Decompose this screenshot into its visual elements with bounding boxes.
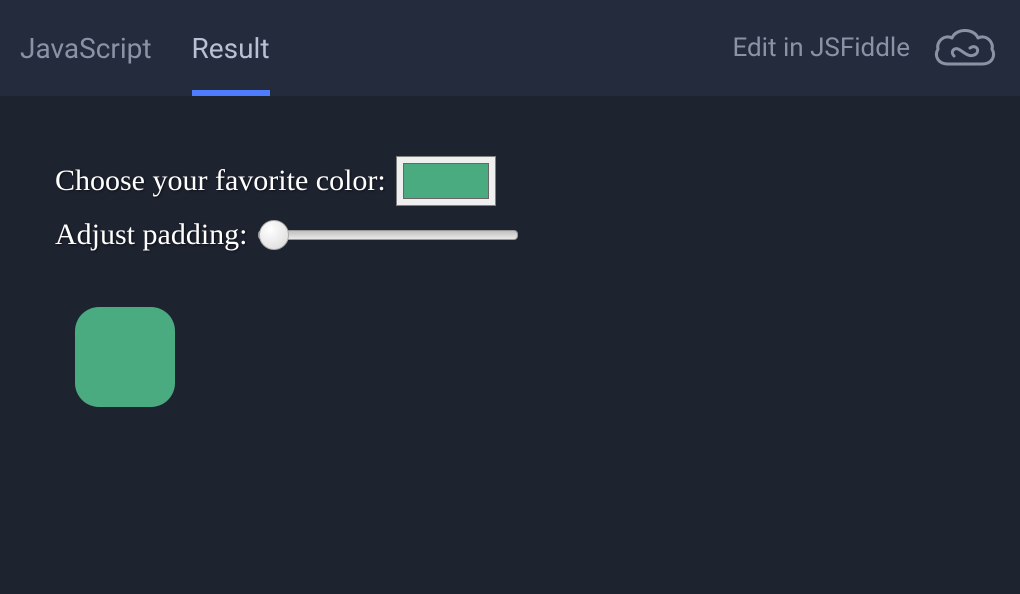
jsfiddle-logo-icon	[930, 24, 1000, 72]
tab-label: Result	[192, 32, 270, 65]
result-area: Choose your favorite color: Adjust paddi…	[0, 96, 1020, 467]
header: JavaScript Result Edit in JSFiddle	[0, 0, 1020, 96]
color-control-row: Choose your favorite color:	[55, 156, 965, 206]
padding-control-row: Adjust padding:	[55, 218, 965, 252]
color-swatch	[403, 163, 489, 199]
padding-label: Adjust padding:	[55, 218, 248, 252]
tab-javascript[interactable]: JavaScript	[20, 0, 152, 96]
preview-box	[75, 307, 175, 407]
tab-label: JavaScript	[20, 32, 152, 65]
tabs: JavaScript Result	[20, 0, 270, 96]
color-input[interactable]	[396, 156, 496, 206]
edit-link-label: Edit in JSFiddle	[732, 33, 910, 63]
tab-result[interactable]: Result	[192, 0, 270, 96]
header-right: Edit in JSFiddle	[732, 24, 1000, 72]
edit-in-jsfiddle-link[interactable]: Edit in JSFiddle	[732, 33, 910, 63]
padding-slider[interactable]	[258, 230, 518, 240]
color-label: Choose your favorite color:	[55, 164, 386, 198]
